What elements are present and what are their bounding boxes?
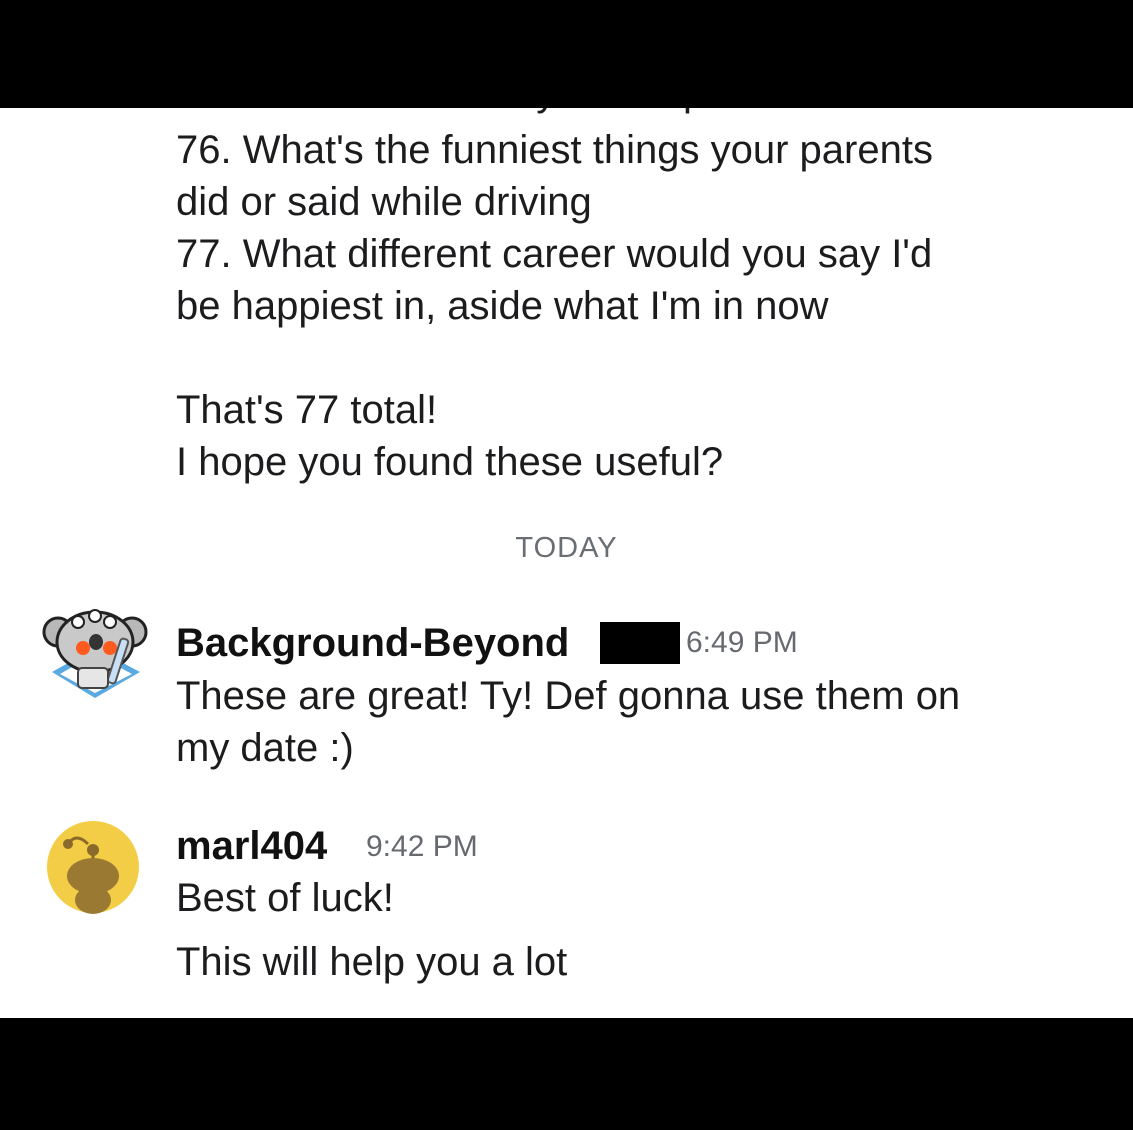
timestamp: 6:49 PM xyxy=(686,626,798,659)
redaction-box xyxy=(600,622,680,664)
timestamp: 9:42 PM xyxy=(366,830,478,863)
message-line: my date :) xyxy=(176,726,354,770)
default-snoo-avatar-icon[interactable] xyxy=(46,820,140,914)
message-line: This will help you a lot xyxy=(176,940,568,984)
cut-off-message-line: that have faded away in this past decade xyxy=(176,108,901,118)
message-line: Best of luck! xyxy=(176,876,394,920)
date-divider: TODAY xyxy=(515,532,618,564)
message-line: 76. What's the funniest things your pare… xyxy=(176,128,933,172)
message-line: did or said while driving xyxy=(176,180,592,224)
koala-snoo-avatar-icon[interactable] xyxy=(40,598,150,708)
message-line: 77. What different career would you say … xyxy=(176,232,933,276)
username[interactable]: marl404 xyxy=(176,824,327,869)
chat-screen: that have faded away in this past decade… xyxy=(0,108,1133,1018)
username[interactable]: Background-Beyond xyxy=(176,621,569,666)
message-line: That's 77 total! xyxy=(176,388,438,432)
message-line: I hope you found these useful? xyxy=(176,440,724,484)
top-black-border xyxy=(0,0,1133,108)
message-line: These are great! Ty! Def gonna use them … xyxy=(176,674,961,718)
bottom-black-border xyxy=(0,1018,1133,1130)
message-line: be happiest in, aside what I'm in now xyxy=(176,284,829,328)
